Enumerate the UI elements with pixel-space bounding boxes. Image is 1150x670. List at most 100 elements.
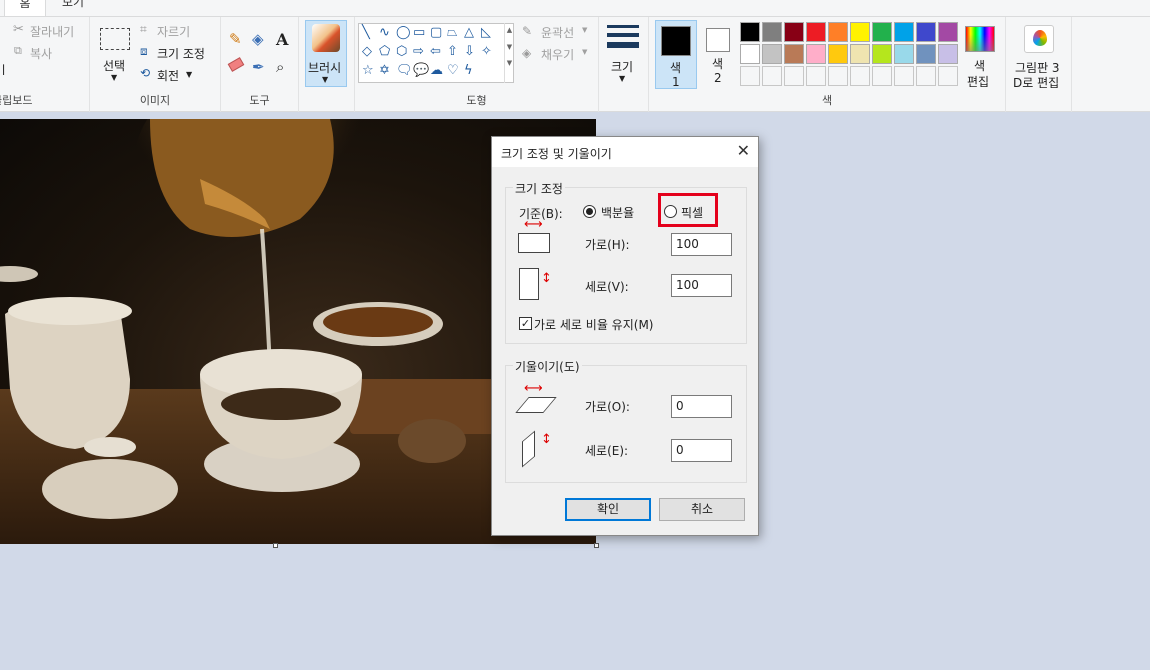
scroll-more-icon[interactable]: ▼ xyxy=(505,59,514,67)
palette-swatch-empty[interactable] xyxy=(894,66,914,86)
lightning-shape-icon[interactable]: ϟ xyxy=(464,64,473,78)
percent-radio[interactable] xyxy=(583,205,596,218)
palette-swatch[interactable] xyxy=(894,22,914,42)
select-icon[interactable] xyxy=(100,28,130,50)
brush-button[interactable]: 브러시 ▼ xyxy=(305,20,347,87)
fill-bucket-icon[interactable]: ◈ xyxy=(252,30,264,48)
palette-swatch[interactable] xyxy=(762,44,782,64)
palette-swatch-empty[interactable] xyxy=(762,66,782,86)
palette-swatch[interactable] xyxy=(784,22,804,42)
scroll-down-icon[interactable]: ▼ xyxy=(505,43,514,51)
triangle-shape-icon[interactable]: △ xyxy=(464,26,474,40)
fill-dropdown-icon[interactable]: ▼ xyxy=(582,48,587,56)
resize-button[interactable]: 크기 조정 xyxy=(157,45,205,62)
callout-rect-shape-icon[interactable]: 🗨 xyxy=(396,64,413,78)
five-point-star-shape-icon[interactable]: ☆ xyxy=(362,64,374,78)
callout-oval-shape-icon[interactable]: 💬 xyxy=(413,64,429,78)
text-icon[interactable]: A xyxy=(276,30,288,49)
copy-button[interactable]: 복사 xyxy=(30,45,52,62)
six-point-star-shape-icon[interactable]: ✡ xyxy=(379,64,390,78)
palette-swatch-empty[interactable] xyxy=(784,66,804,86)
eraser-icon[interactable] xyxy=(227,57,245,72)
rounded-rectangle-shape-icon[interactable]: ▢ xyxy=(430,26,442,40)
palette-swatch[interactable] xyxy=(828,22,848,42)
right-triangle-shape-icon[interactable]: ◺ xyxy=(481,26,491,40)
size-group[interactable]: 크기 ▼ xyxy=(599,17,649,112)
palette-swatch[interactable] xyxy=(806,44,826,64)
palette-swatch-empty[interactable] xyxy=(850,66,870,86)
cancel-button[interactable]: 취소 xyxy=(659,498,745,521)
palette-swatch[interactable] xyxy=(894,44,914,64)
hexagon-shape-icon[interactable]: ⬡ xyxy=(396,45,407,59)
keep-ratio-label[interactable]: 가로 세로 비율 유지(M) xyxy=(534,316,653,333)
edit-colors-icon[interactable] xyxy=(965,26,995,52)
rectangle-shape-icon[interactable]: ▭ xyxy=(413,26,425,40)
palette-swatch[interactable] xyxy=(938,22,958,42)
scroll-up-icon[interactable]: ▲ xyxy=(505,26,514,34)
palette-swatch-empty[interactable] xyxy=(740,66,760,86)
palette-swatch[interactable] xyxy=(784,44,804,64)
edit-colors-label-b[interactable]: 편집 xyxy=(967,73,989,90)
ok-button[interactable]: 확인 xyxy=(565,498,651,521)
palette-swatch-empty[interactable] xyxy=(828,66,848,86)
curve-shape-icon[interactable]: ∿ xyxy=(379,26,390,40)
outline-dropdown-icon[interactable]: ▼ xyxy=(582,26,587,34)
resize-handle-bottom[interactable] xyxy=(273,543,278,548)
crop-button[interactable]: 자르기 xyxy=(157,23,190,40)
palette-swatch[interactable] xyxy=(872,22,892,42)
skew-horizontal-arrow-icon: ⟷ xyxy=(524,381,543,396)
skew-vertical-input[interactable]: 0 xyxy=(671,439,732,462)
rotate-dropdown-icon[interactable]: ▼ xyxy=(186,70,192,79)
down-arrow-shape-icon[interactable]: ⇩ xyxy=(464,45,475,59)
select-button[interactable]: 선택 xyxy=(103,57,125,74)
up-arrow-shape-icon[interactable]: ⇧ xyxy=(447,45,458,59)
skew-horizontal-input[interactable]: 0 xyxy=(671,395,732,418)
callout-cloud-shape-icon[interactable]: ☁ xyxy=(430,64,443,78)
polygon-shape-icon[interactable]: ⏢ xyxy=(447,26,457,40)
crop-icon: ⌗ xyxy=(140,22,147,36)
color1-button[interactable]: 색 1 xyxy=(655,20,697,89)
pencil-icon[interactable]: ✎ xyxy=(229,30,242,48)
palette-swatch-empty[interactable] xyxy=(916,66,936,86)
tab-home[interactable]: 홈 xyxy=(4,0,46,16)
shapes-scrollbar[interactable]: ▲ ▼ ▼ xyxy=(504,23,514,83)
heart-shape-icon[interactable]: ♡ xyxy=(447,64,459,78)
pentagon-shape-icon[interactable]: ⬠ xyxy=(379,45,390,59)
palette-swatch[interactable] xyxy=(762,22,782,42)
keep-ratio-checkbox[interactable]: ✓ xyxy=(519,317,532,330)
palette-swatch[interactable] xyxy=(916,22,936,42)
color-picker-icon[interactable]: ✒ xyxy=(252,58,265,76)
palette-swatch[interactable] xyxy=(872,44,892,64)
percent-label[interactable]: 백분율 xyxy=(601,204,634,221)
four-point-star-shape-icon[interactable]: ✧ xyxy=(481,45,492,59)
rotate-button[interactable]: 회전 xyxy=(157,67,179,84)
select-dropdown-icon[interactable]: ▼ xyxy=(111,73,117,82)
cut-button[interactable]: 잘라내기 xyxy=(30,23,74,40)
resize-handle-corner[interactable] xyxy=(594,543,599,548)
palette-swatch[interactable] xyxy=(916,44,936,64)
palette-swatch-empty[interactable] xyxy=(806,66,826,86)
palette-swatch[interactable] xyxy=(850,44,870,64)
palette-swatch-empty[interactable] xyxy=(872,66,892,86)
palette-swatch[interactable] xyxy=(938,44,958,64)
palette-swatch[interactable] xyxy=(806,22,826,42)
magnifier-icon[interactable]: ⌕ xyxy=(276,58,284,76)
palette-swatch[interactable] xyxy=(850,22,870,42)
paint3d-group[interactable]: 그림판 3 D로 편집 xyxy=(1006,17,1072,112)
diamond-shape-icon[interactable]: ◇ xyxy=(362,45,372,59)
palette-swatch[interactable] xyxy=(740,22,760,42)
right-arrow-shape-icon[interactable]: ⇨ xyxy=(413,45,424,59)
vertical-input[interactable]: 100 xyxy=(671,274,732,297)
line-shape-icon[interactable]: ╲ xyxy=(362,26,370,40)
oval-shape-icon[interactable]: ◯ xyxy=(396,26,411,40)
edit-colors-label-a[interactable]: 색 xyxy=(974,57,985,74)
palette-swatch-empty[interactable] xyxy=(938,66,958,86)
palette-swatch[interactable] xyxy=(740,44,760,64)
outline-button[interactable]: 윤곽선 xyxy=(541,24,574,41)
tab-view[interactable]: 보기 xyxy=(62,0,84,9)
left-arrow-shape-icon[interactable]: ⇦ xyxy=(430,45,441,59)
close-icon[interactable]: ✕ xyxy=(737,142,750,160)
horizontal-input[interactable]: 100 xyxy=(671,233,732,256)
fill-button[interactable]: 채우기 xyxy=(541,46,574,63)
palette-swatch[interactable] xyxy=(828,44,848,64)
